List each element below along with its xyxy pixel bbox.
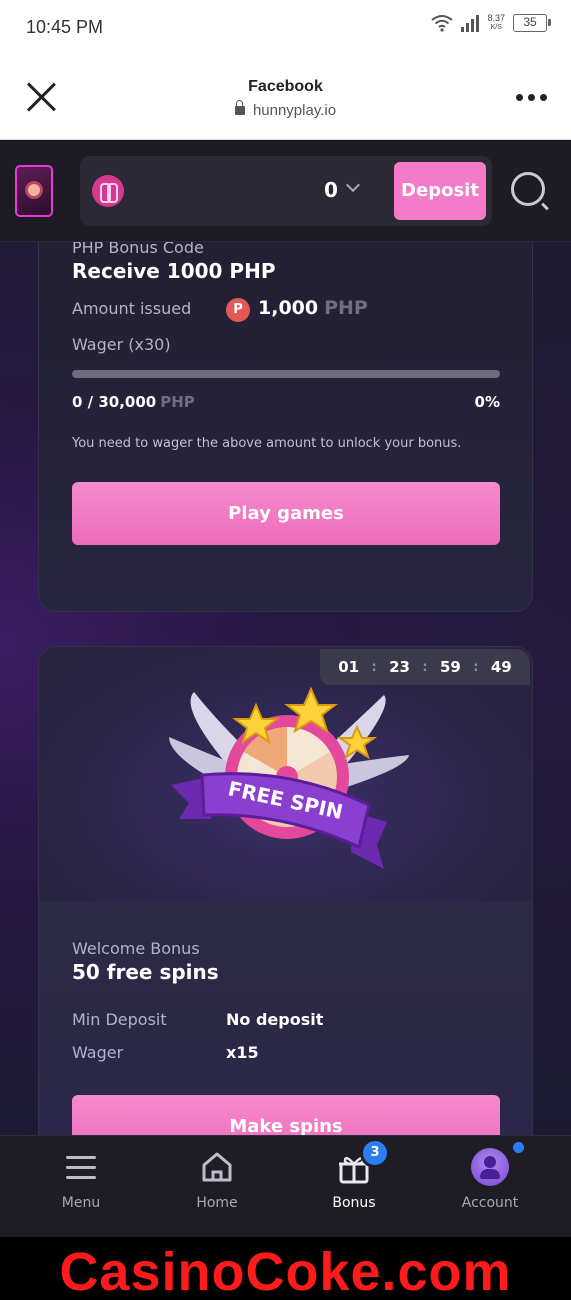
nav-item-menu[interactable]: Menu (10, 1136, 152, 1238)
browser-bar: Facebook hunnyplay.io (0, 58, 571, 140)
free-spin-details: Welcome Bonus 50 free spins Min Deposit … (39, 901, 532, 1135)
amount-issued-label: Amount issued (72, 299, 192, 318)
hunny-coin-icon (92, 175, 124, 207)
home-icon (202, 1152, 232, 1182)
status-icons: 8.37 K/S 35 (431, 13, 551, 32)
battery-icon: 35 (513, 14, 551, 32)
wager-label: Wager (x30) (72, 335, 171, 354)
timer-days: 01 (338, 658, 360, 676)
nav-item-home[interactable]: Home (146, 1136, 288, 1238)
notification-dot (513, 1142, 524, 1153)
bonus-code-card: PHP Bonus Code Receive 1000 PHP Amount i… (38, 242, 533, 612)
welcome-bonus-label: Welcome Bonus (72, 939, 200, 958)
watermark-text: CasinoCoke.com (59, 1242, 512, 1300)
bottom-nav: Menu Home 3 Bonus Account (0, 1135, 571, 1237)
timer-minutes: 59 (439, 658, 461, 676)
wager-progress-bar (72, 370, 500, 378)
app-header: 0 Deposit (0, 140, 571, 242)
chevron-down-icon[interactable] (345, 177, 361, 193)
menu-icon (66, 1156, 96, 1180)
free-spin-banner: FREE SPIN (39, 647, 532, 901)
nav-item-bonus[interactable]: 3 Bonus (283, 1136, 425, 1238)
php-coin-icon: P (226, 298, 250, 322)
lock-icon (234, 100, 245, 115)
nav-label-account: Account (461, 1195, 519, 1211)
more-options-icon[interactable] (516, 94, 547, 101)
wager-progress-percent: 0% (474, 393, 500, 411)
site-logo[interactable] (15, 165, 53, 217)
nav-label-home: Home (196, 1195, 238, 1211)
status-bar: 10:45 PM 8.37 K/S 35 (0, 0, 571, 58)
wager-label-2: Wager (72, 1043, 124, 1062)
network-speed: 8.37 K/S (487, 13, 505, 32)
timer-seconds: 49 (490, 658, 512, 676)
amount-issued-value: 1,000 PHP (258, 297, 368, 319)
min-deposit-value: No deposit (226, 1010, 324, 1029)
timer-hours: 23 (389, 658, 410, 676)
status-time: 10:45 PM (26, 17, 104, 37)
balance-box: 0 Deposit (80, 156, 492, 226)
bonus-code-label: PHP Bonus Code (72, 242, 204, 257)
search-icon[interactable] (511, 172, 545, 206)
deposit-button[interactable]: Deposit (394, 162, 486, 220)
play-games-button[interactable]: Play games (72, 482, 500, 545)
wager-note: You need to wager the above amount to un… (72, 436, 462, 451)
bonus-content[interactable]: PHP Bonus Code Receive 1000 PHP Amount i… (0, 242, 571, 1135)
nav-item-account[interactable]: Account (419, 1136, 561, 1238)
nav-label-bonus: Bonus (332, 1195, 376, 1211)
countdown-timer: 01 : 23 : 59 : 49 (320, 649, 530, 685)
bonus-count-badge: 3 (360, 1138, 390, 1168)
free-spin-title: 50 free spins (72, 960, 219, 984)
wager-progress-text: 0 / 30,000 PHP (72, 393, 195, 411)
free-spin-illustration: FREE SPIN (169, 686, 409, 869)
signal-icon (461, 14, 480, 32)
balance-value[interactable]: 0 (324, 178, 338, 202)
make-spins-button[interactable]: Make spins (72, 1095, 500, 1135)
nav-label-menu: Menu (61, 1195, 101, 1211)
bonus-code-title: Receive 1000 PHP (72, 259, 276, 283)
browser-url: hunnyplay.io (0, 100, 571, 119)
wifi-icon (431, 15, 454, 32)
free-spin-card: FREE SPIN 01 : 23 : 59 : 49 Welcome Bonu… (38, 646, 533, 1135)
browser-title: Facebook (248, 78, 323, 95)
wager-value: x15 (226, 1043, 259, 1062)
min-deposit-label: Min Deposit (72, 1010, 167, 1029)
avatar (471, 1148, 509, 1186)
